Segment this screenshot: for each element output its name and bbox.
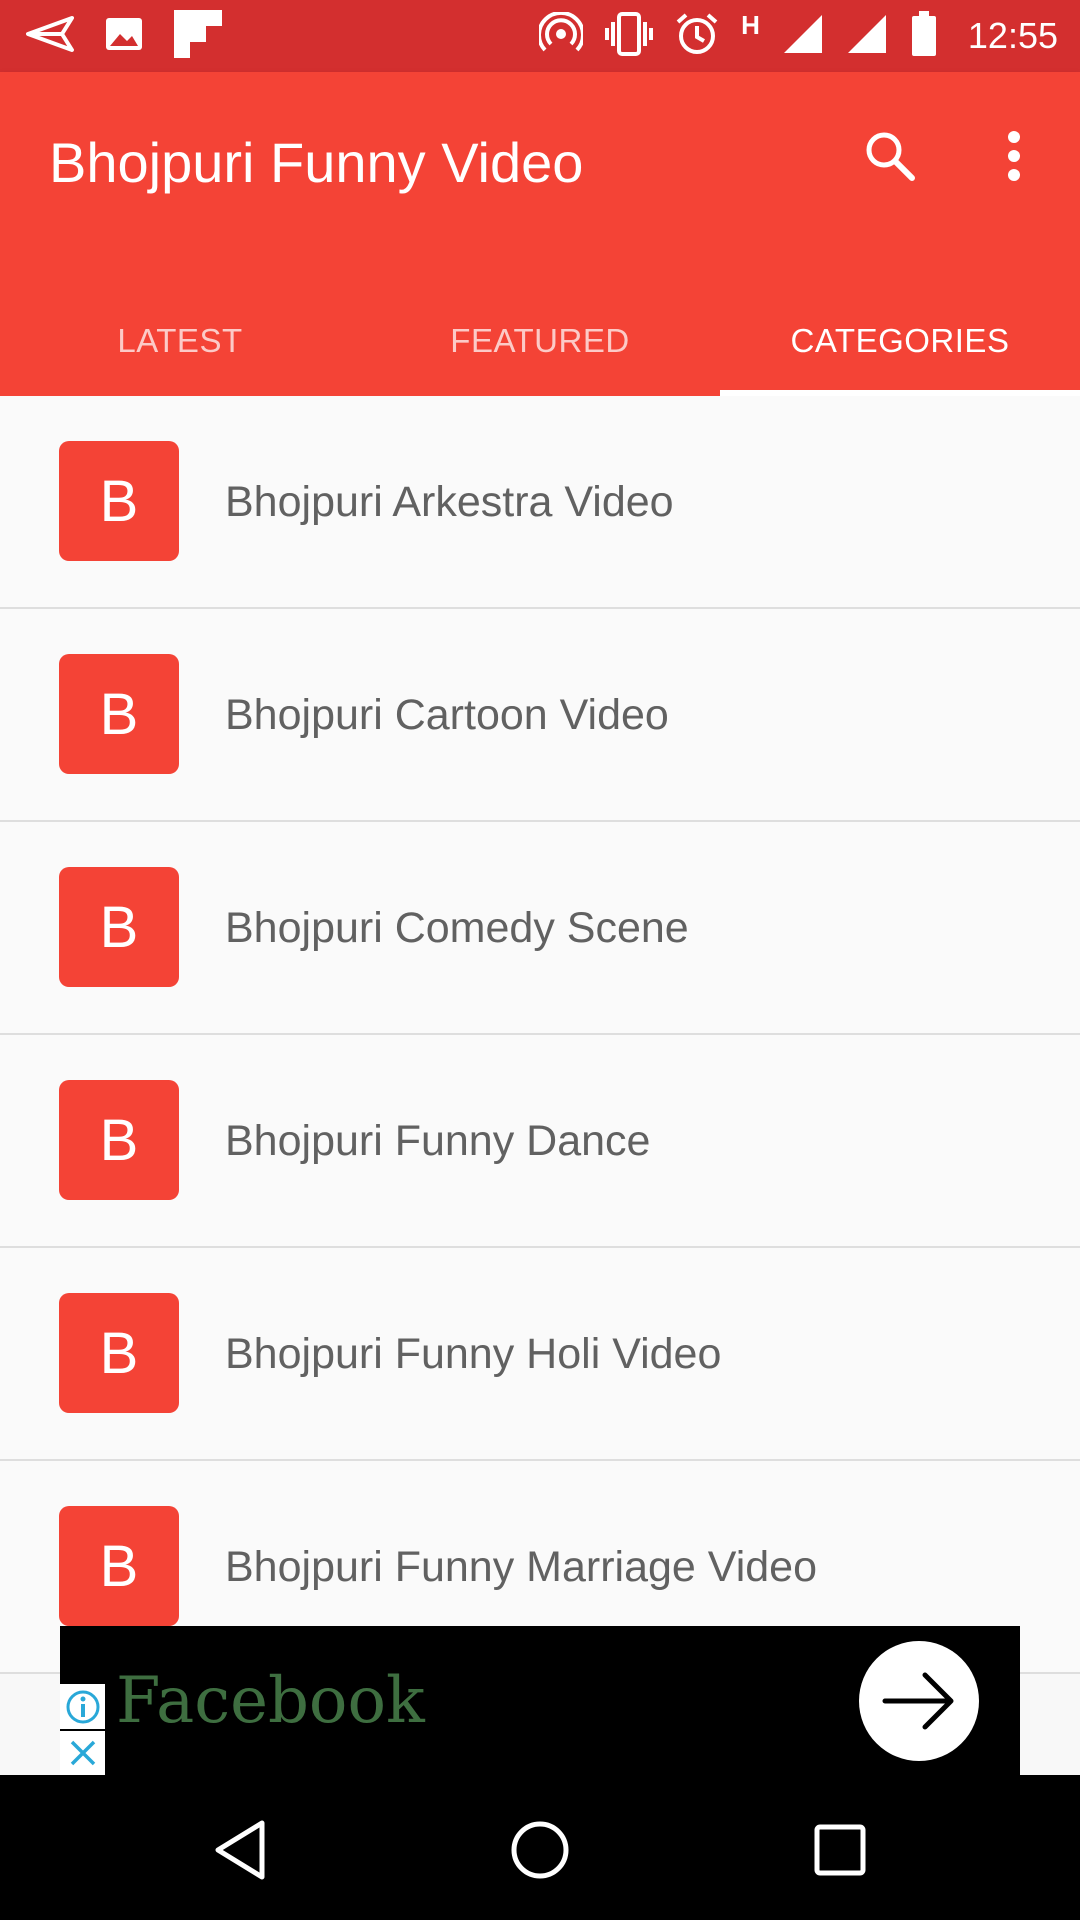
more-vert-icon xyxy=(1008,131,1020,181)
category-letter-badge: B xyxy=(59,441,179,561)
search-button[interactable] xyxy=(854,120,926,192)
hotspot-icon xyxy=(537,10,586,61)
category-letter-badge: B xyxy=(59,1080,179,1200)
arrow-right-icon xyxy=(882,1672,954,1730)
page-title: Bhojpuri Funny Video xyxy=(49,131,584,194)
image-icon xyxy=(104,14,144,59)
battery-icon xyxy=(910,10,938,62)
ad-banner[interactable]: Facebook xyxy=(60,1626,1020,1775)
category-label: Bhojpuri Comedy Scene xyxy=(225,904,689,952)
list-item[interactable]: B Bhojpuri Cartoon Video xyxy=(0,609,1080,822)
signal-icon xyxy=(782,13,824,60)
recents-button[interactable] xyxy=(795,1805,885,1895)
ad-close-button[interactable] xyxy=(60,1731,105,1775)
category-letter-badge: B xyxy=(59,1293,179,1413)
tab-latest[interactable]: LATEST xyxy=(0,286,360,396)
category-label: Bhojpuri Funny Dance xyxy=(225,1117,651,1165)
ad-info-button[interactable] xyxy=(60,1684,105,1729)
close-icon xyxy=(70,1740,95,1766)
signal-icon xyxy=(846,13,888,60)
system-nav-bar xyxy=(0,1775,1080,1920)
home-button[interactable] xyxy=(495,1805,585,1895)
flipboard-icon xyxy=(174,9,222,63)
back-icon xyxy=(215,1820,265,1880)
tab-featured[interactable]: FEATURED xyxy=(360,286,720,396)
tab-categories[interactable]: CATEGORIES xyxy=(720,286,1080,396)
category-label: Bhojpuri Funny Holi Video xyxy=(225,1330,722,1378)
list-item[interactable]: B Bhojpuri Arkestra Video xyxy=(0,396,1080,609)
info-icon xyxy=(66,1690,99,1723)
ad-text: Facebook xyxy=(116,1664,425,1738)
search-icon xyxy=(866,132,915,181)
list-item[interactable]: B Bhojpuri Funny Dance xyxy=(0,1035,1080,1248)
category-letter-badge: B xyxy=(59,654,179,774)
status-bar: H 12:55 xyxy=(0,0,1080,72)
home-icon xyxy=(511,1821,569,1879)
list-item[interactable]: B Bhojpuri Funny Holi Video xyxy=(0,1248,1080,1461)
category-label: Bhojpuri Arkestra Video xyxy=(225,478,674,526)
network-type: H xyxy=(741,9,760,40)
more-options-button[interactable] xyxy=(978,120,1050,192)
back-button[interactable] xyxy=(195,1805,285,1895)
send-icon xyxy=(26,14,74,59)
recents-icon xyxy=(814,1824,866,1876)
status-time: 12:55 xyxy=(967,15,1058,56)
tab-bar: LATEST FEATURED CATEGORIES xyxy=(0,286,1080,396)
alarm-icon xyxy=(675,12,719,61)
ad-go-button[interactable] xyxy=(859,1641,979,1761)
vibrate-icon xyxy=(605,11,654,61)
category-letter-badge: B xyxy=(59,1506,179,1626)
category-list: B Bhojpuri Arkestra Video B Bhojpuri Car… xyxy=(0,396,1080,1674)
category-label: Bhojpuri Cartoon Video xyxy=(225,691,669,739)
category-letter-badge: B xyxy=(59,867,179,987)
app-bar: Bhojpuri Funny Video LATEST FEATURED CAT… xyxy=(0,72,1080,396)
list-item[interactable]: B Bhojpuri Comedy Scene xyxy=(0,822,1080,1035)
